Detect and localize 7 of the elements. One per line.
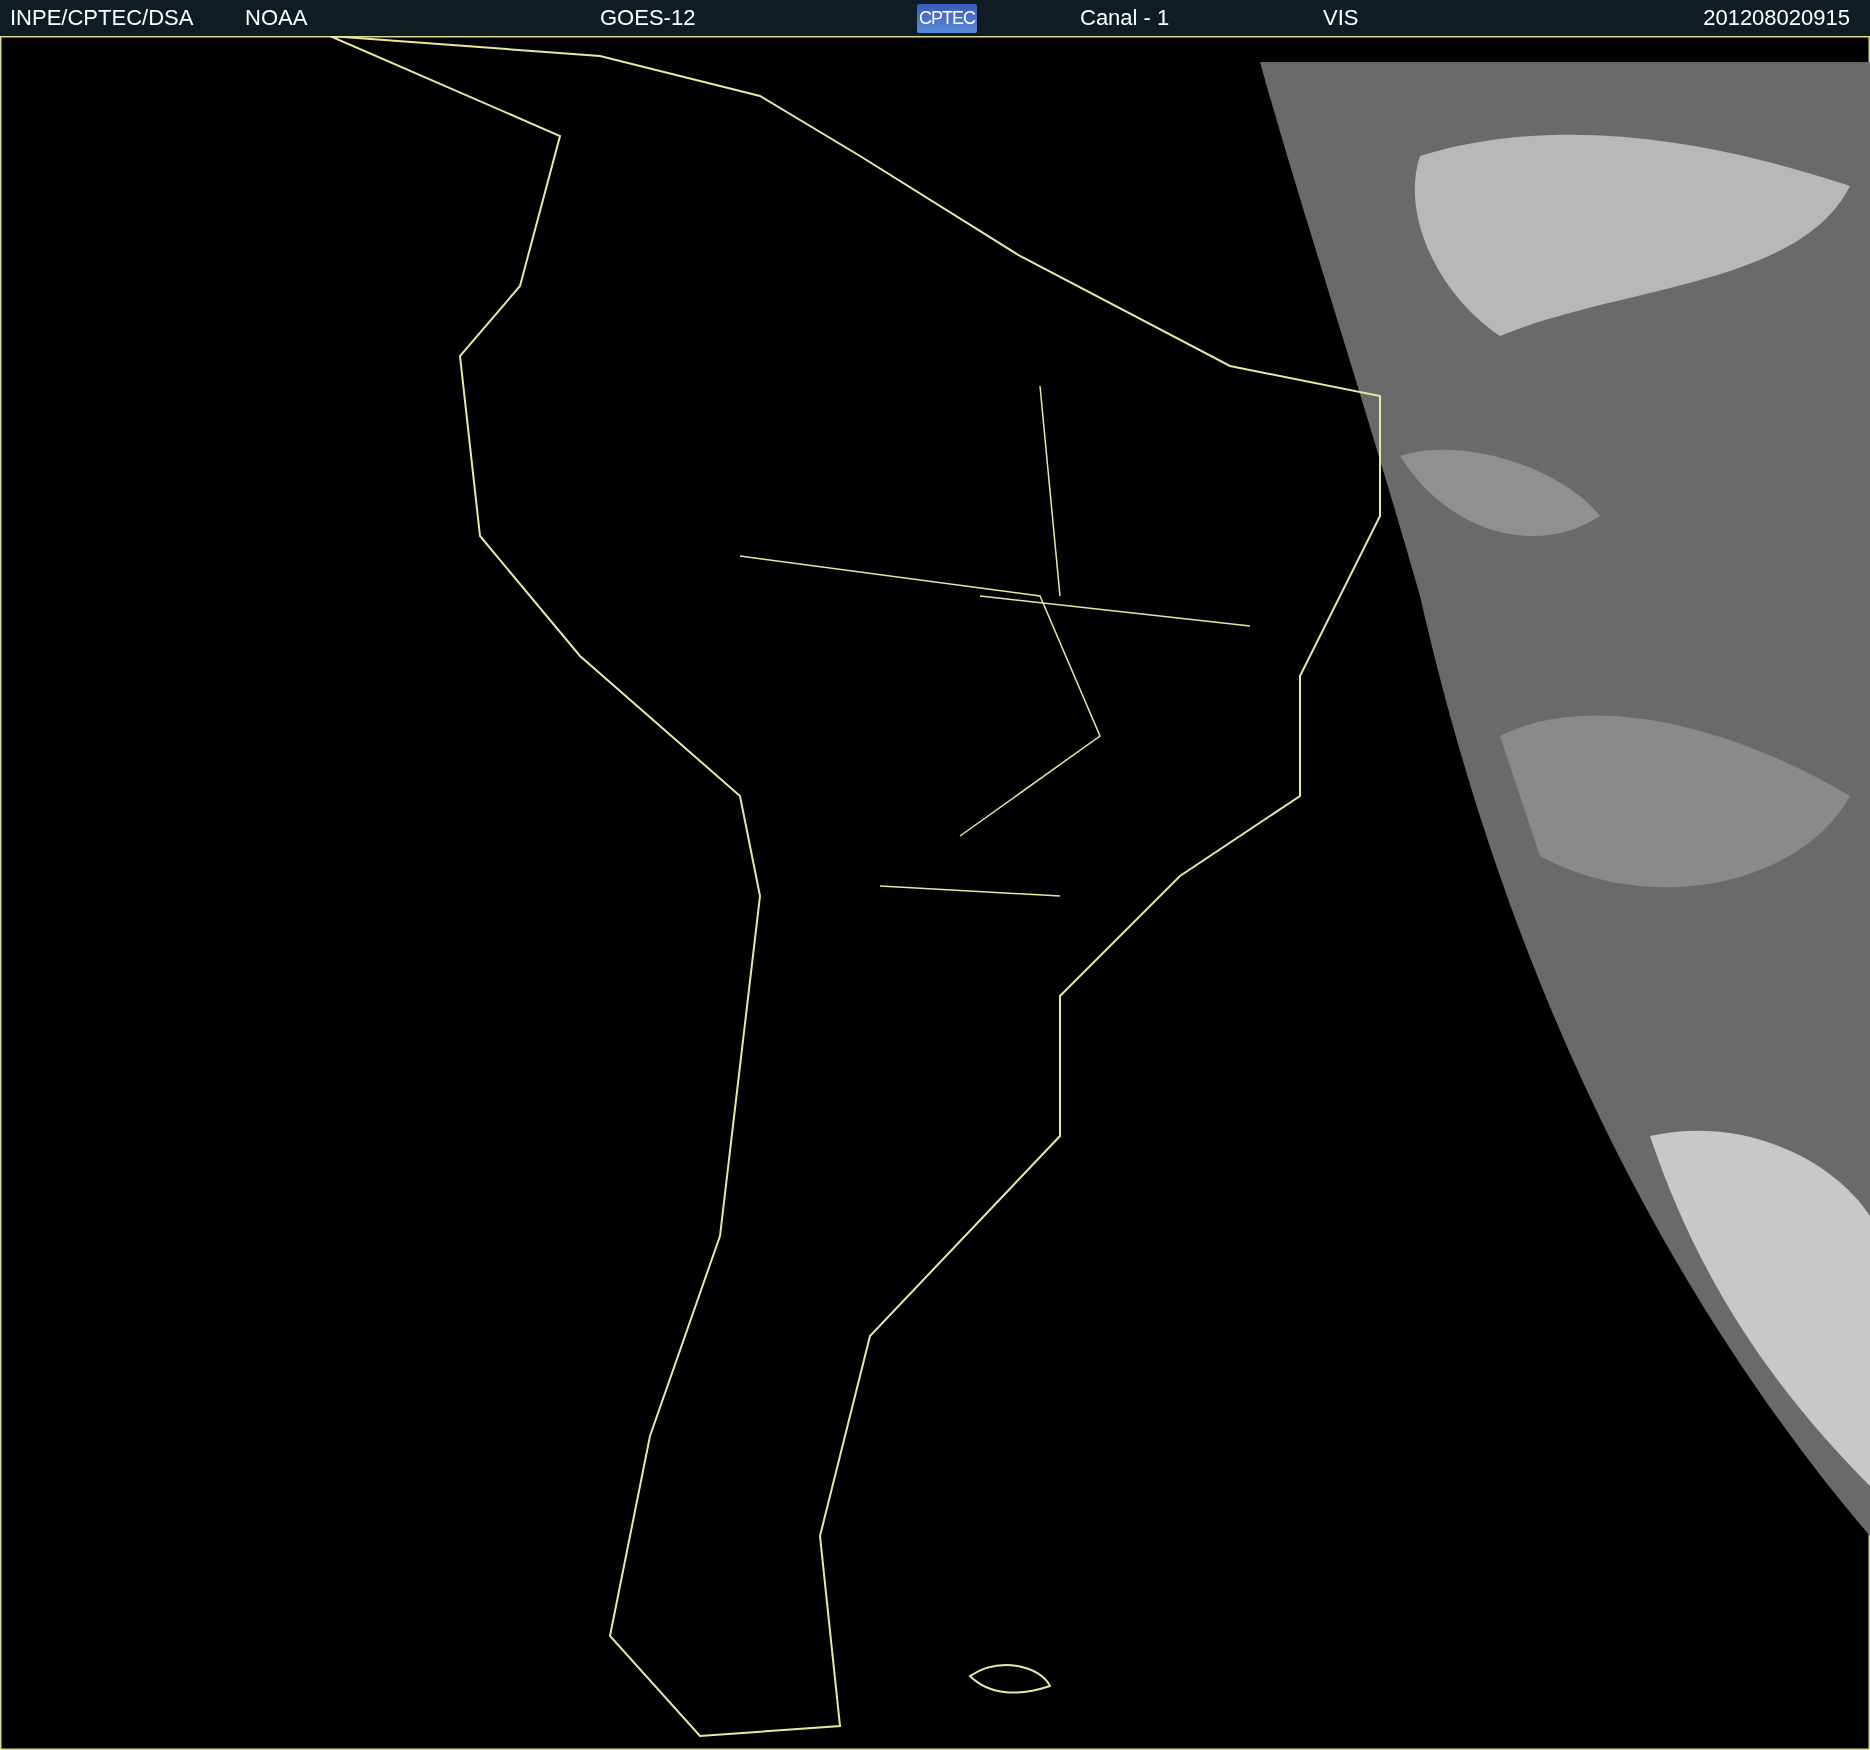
agency-label: NOAA [245, 5, 308, 31]
satellite-label: GOES-12 [600, 5, 696, 31]
channel-label: Canal - 1 [1080, 5, 1170, 31]
source-label: INPE/CPTEC/DSA [10, 5, 194, 31]
logo: CPTEC [917, 3, 977, 33]
timestamp-label: 201208020915 [1703, 5, 1850, 31]
band-label: VIS [1323, 5, 1359, 31]
